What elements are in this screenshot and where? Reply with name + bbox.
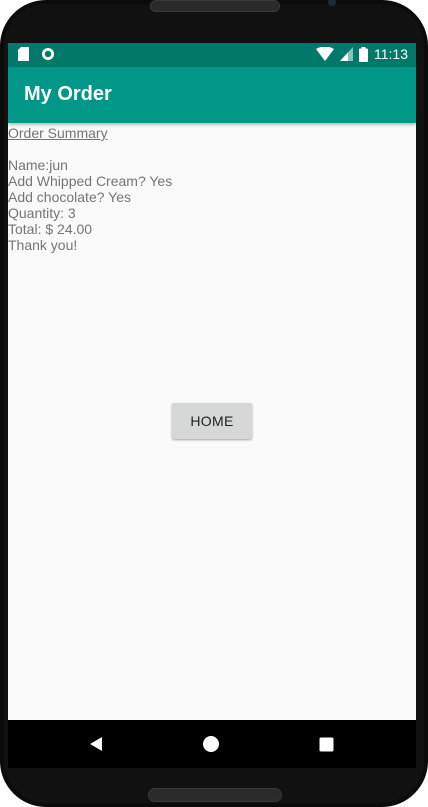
status-right-icons: 11:13 [316,46,408,62]
navigation-bar [8,720,416,768]
circle-notification-icon [42,48,54,60]
quantity-line: Quantity: 3 [8,205,76,221]
app-bar: My Order [8,67,416,123]
status-left-icons [18,47,55,61]
home-icon [203,736,219,752]
sd-card-icon [18,47,29,61]
home-button[interactable]: HOME [172,403,252,439]
bottom-speaker [148,788,282,802]
app-title: My Order [24,83,112,105]
clock-time: 11:13 [374,46,408,62]
battery-icon [359,46,368,62]
total-line: Total: $ 24.00 [8,221,93,237]
status-bar: 11:13 [8,43,416,67]
whipped-cream-line: Add Whipped Cream? Yes [8,173,173,189]
name-line: Name:jun [8,157,68,173]
nav-home-button[interactable] [198,731,224,757]
cellular-signal-icon [340,47,353,61]
back-icon [90,737,102,751]
order-summary-title: Order Summary [8,125,108,141]
nav-recents-button[interactable] [313,731,339,757]
chocolate-line: Add chocolate? Yes [8,189,131,205]
phone-frame: 11:13 My Order Order Summary Name:jun Ad… [0,0,428,807]
nav-back-button[interactable] [83,731,109,757]
screen: 11:13 My Order Order Summary Name:jun Ad… [8,43,416,768]
thank-you-line: Thank you! [8,237,78,253]
recents-icon [319,737,333,751]
wifi-icon [316,47,334,61]
top-speaker [150,0,280,12]
